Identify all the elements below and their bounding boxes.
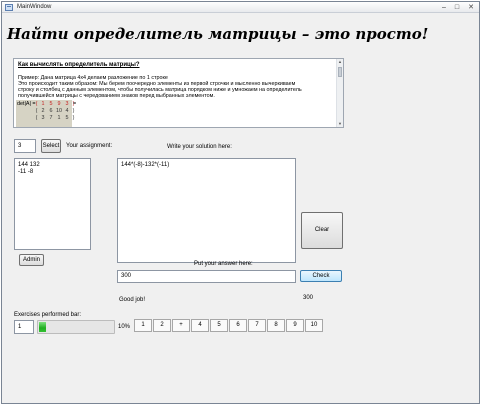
- check-result-value: 300: [303, 295, 314, 301]
- progress-percent: 10%: [118, 324, 131, 330]
- exercise-tab[interactable]: 10: [305, 319, 323, 332]
- matrix-cell: 2: [41, 108, 45, 114]
- clear-button[interactable]: Clear: [301, 212, 343, 249]
- matrix-cell: 1: [57, 115, 61, 121]
- feedback-message: Good job!: [119, 297, 146, 303]
- matrix-row: ( 2 6 10 4 ): [34, 108, 76, 114]
- exercise-tab[interactable]: 6: [229, 319, 247, 332]
- matrix-row: ( 3 7 1 5 ): [34, 115, 76, 121]
- matrix-cell: 5: [49, 101, 53, 107]
- matrix-cell: 7: [49, 115, 53, 121]
- matrix-row: ( 1 5 9 3 ): [34, 101, 76, 107]
- answer-label: Put your answer here:: [194, 261, 253, 267]
- instructions-line: получившейся матрицы с чередованием знак…: [18, 93, 215, 99]
- page-heading: Найти определитель матрицы – это просто!: [7, 25, 429, 43]
- matrix-cell: 6: [49, 108, 53, 114]
- check-button[interactable]: Check: [300, 270, 342, 282]
- instructions-scrollbar[interactable]: ▲ ▼: [336, 59, 343, 127]
- matrix-cell: 5: [65, 115, 69, 121]
- det-label: det|A| =: [17, 101, 36, 107]
- example-matrix-image: det|A| = ( 1 5 9 3 ) ( 2 6 10 4 ) ( 3 7: [16, 100, 74, 127]
- instructions-panel[interactable]: Как вычислять определитель матрицы? Прим…: [13, 58, 344, 128]
- admin-button[interactable]: Admin: [19, 254, 44, 266]
- close-button[interactable]: ✕: [464, 3, 478, 12]
- exercise-tab[interactable]: 7: [248, 319, 266, 332]
- main-window: MainWindow – □ ✕ Найти определитель матр…: [1, 1, 480, 404]
- exercise-tabs: 1 2 + 4 5 6 7 8 9 10: [134, 319, 324, 332]
- app-window-icon: [5, 4, 13, 11]
- solution-text-area[interactable]: 144*(-8)-132*(-11): [117, 158, 296, 263]
- scroll-up-arrow-icon[interactable]: ▲: [337, 59, 343, 65]
- matrix-cell: 9: [57, 101, 61, 107]
- matrix-cell: ): [72, 115, 75, 121]
- matrix-cell: 4: [65, 108, 69, 114]
- minimize-button[interactable]: –: [438, 3, 450, 12]
- matrix-cell: ): [72, 108, 75, 114]
- assignment-text-area[interactable]: 144 132 -11 -8: [14, 158, 91, 250]
- assignment-label: Your assignment:: [66, 143, 113, 149]
- matrix-cell: 10: [56, 108, 62, 114]
- scroll-thumb[interactable]: [338, 67, 342, 77]
- exercise-tab[interactable]: 4: [191, 319, 209, 332]
- exercise-number-input[interactable]: 3: [14, 139, 36, 153]
- title-bar[interactable]: MainWindow – □ ✕: [2, 2, 479, 13]
- instructions-title: Как вычислять определитель матрицы?: [18, 62, 140, 68]
- exercise-tab[interactable]: +: [172, 319, 190, 332]
- maximize-button[interactable]: □: [451, 3, 463, 12]
- exercise-tab[interactable]: 5: [210, 319, 228, 332]
- progress-fill: [39, 322, 46, 332]
- scroll-down-arrow-icon[interactable]: ▼: [337, 121, 343, 127]
- matrix-equals: =: [73, 101, 77, 107]
- matrix-cell: 3: [65, 101, 69, 107]
- exercise-tab[interactable]: 1: [134, 319, 152, 332]
- exercises-progress-bar: [37, 320, 115, 334]
- answer-input[interactable]: 300: [117, 270, 296, 283]
- window-title: MainWindow: [17, 4, 52, 10]
- solution-label: Write your solution here:: [167, 144, 232, 150]
- exercises-counter: 1: [14, 320, 34, 334]
- select-button[interactable]: Select: [41, 139, 61, 153]
- progress-label: Exercises performed bar:: [14, 312, 82, 318]
- exercise-tab[interactable]: 8: [267, 319, 285, 332]
- matrix-cell: 3: [41, 115, 45, 121]
- matrix-cell: 1: [41, 101, 45, 107]
- exercise-tab[interactable]: 9: [286, 319, 304, 332]
- exercise-tab[interactable]: 2: [153, 319, 171, 332]
